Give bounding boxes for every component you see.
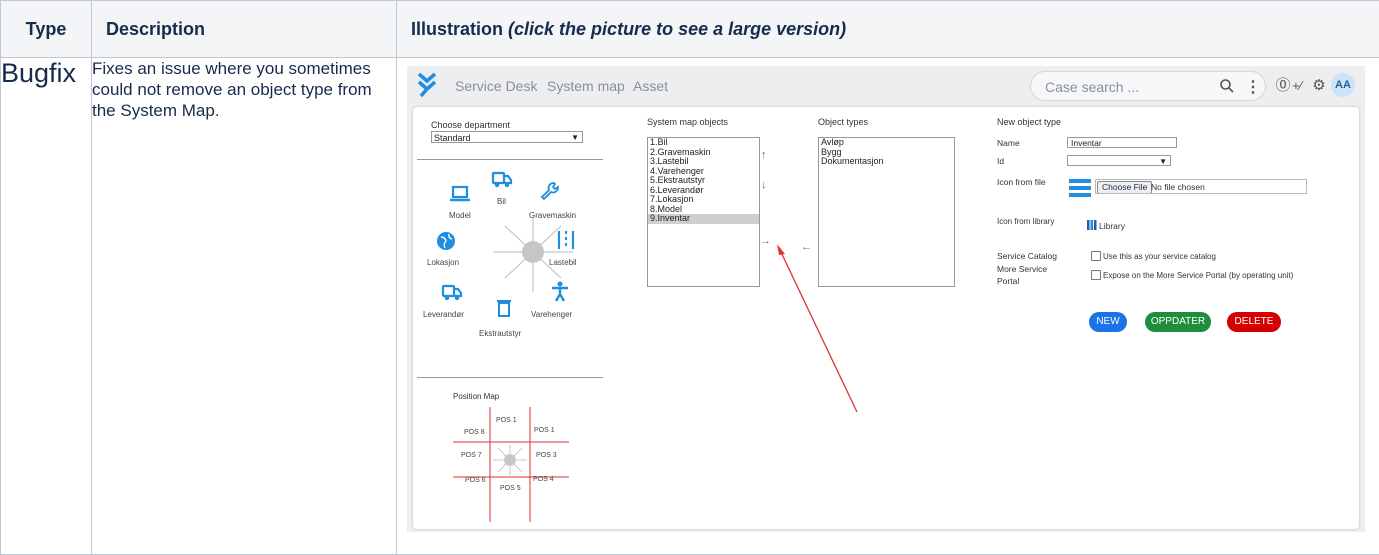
chevron-down-icon: ▼ — [1159, 157, 1167, 166]
wheel-item-label: Varehenger — [531, 310, 573, 319]
add-to-map-icon[interactable]: → — [760, 235, 771, 247]
header-type: Type — [0, 0, 92, 58]
service-catalog-label: Service Catalog — [997, 251, 1058, 261]
road-lanes-icon[interactable] — [555, 229, 577, 251]
case-search-input[interactable]: Case search ... ⋮ — [1030, 71, 1266, 101]
list-icon — [1069, 179, 1091, 197]
position-label: POS 3 — [536, 452, 557, 459]
id-label: Id — [997, 156, 1005, 166]
table-row: Bugfix Fixes an issue where you sometime… — [0, 57, 1379, 555]
position-label: POS 6 — [465, 477, 486, 484]
chevron-down-icon: ▼ — [571, 133, 579, 142]
globe-icon[interactable] — [435, 230, 457, 252]
truck-icon[interactable] — [491, 169, 513, 191]
id-select[interactable]: ▼ — [1067, 155, 1171, 166]
nav-service-desk[interactable]: Service Desk — [455, 78, 537, 94]
illustration-cell: Service Desk System map Asset Case searc… — [396, 57, 1379, 555]
delete-button[interactable]: DELETE — [1227, 312, 1281, 332]
position-label: POS 8 — [464, 429, 485, 436]
gear-icon[interactable]: ⚙ — [1309, 76, 1329, 96]
header-description: Description — [91, 0, 397, 58]
position-label: POS 1 — [496, 417, 517, 424]
wheel-item-label: Lokasjon — [427, 258, 460, 267]
description-cell: Fixes an issue where you sometimes could… — [91, 57, 397, 555]
position-map-grid — [453, 407, 569, 522]
delivery-truck-icon[interactable] — [441, 282, 463, 304]
illustration-screenshot[interactable]: Service Desk System map Asset Case searc… — [407, 66, 1365, 532]
department-value: Standard — [434, 133, 471, 143]
system-map-objects-list[interactable]: 1.Bil 2.Gravemaskin 3.Lastebil 4.Varehenger… — [647, 137, 760, 287]
position-label: POS 7 — [461, 452, 482, 459]
position-label: POS 5 — [500, 485, 521, 492]
service-catalog-checkbox[interactable] — [1091, 251, 1101, 261]
header-illustration: Illustration (click the picture to see a… — [396, 0, 1379, 58]
move-up-icon[interactable]: ↑ — [761, 149, 767, 161]
wheel-item-label: Lastebil — [549, 258, 577, 267]
nav-asset[interactable]: Asset — [633, 78, 668, 94]
header-illustration-label: Illustration — [411, 18, 504, 39]
wheel-item-label: Model — [449, 211, 471, 220]
position-map-title: Position Map — [453, 392, 500, 401]
wheel-item-label: Bil — [497, 197, 506, 206]
system-map-objects-label: System map objects — [647, 117, 729, 127]
name-field[interactable]: Inventar — [1067, 137, 1177, 148]
case-search-placeholder: Case search ... — [1045, 79, 1140, 95]
choose-department-label: Choose department — [431, 120, 511, 130]
library-link[interactable]: Library — [1099, 221, 1125, 231]
position-label: POS 1 — [534, 427, 555, 434]
app-topbar: Service Desk System map Asset Case searc… — [407, 66, 1365, 106]
icon-from-file-label: Icon from file — [997, 177, 1046, 187]
wheel-item-label: Leverandør — [423, 310, 464, 319]
system-map-panel: Choose department Standard ▼ Bil Model G… — [413, 107, 1359, 529]
library-icon[interactable] — [1087, 220, 1097, 230]
search-icon[interactable] — [1219, 78, 1235, 94]
move-down-icon[interactable]: ↓ — [761, 179, 767, 191]
wheel-spokes — [493, 217, 573, 292]
divider — [417, 377, 603, 378]
app-logo-icon[interactable] — [417, 72, 437, 98]
more-service-portal-checkbox[interactable] — [1091, 270, 1101, 280]
icon-from-library-label: Icon from library — [997, 217, 1055, 226]
list-item[interactable]: 9.Inventar — [648, 213, 759, 224]
list-item[interactable]: Dokumentasjon — [819, 156, 954, 167]
laptop-icon[interactable] — [449, 183, 471, 205]
header-row: Type Description Illustration (click the… — [0, 0, 1379, 58]
name-label: Name — [997, 138, 1020, 148]
position-label: POS 4 — [533, 476, 554, 483]
new-object-type-title: New object type — [997, 117, 1062, 127]
new-button[interactable]: NEW — [1089, 312, 1127, 332]
object-types-label: Object types — [818, 117, 869, 127]
divider — [417, 159, 603, 160]
service-catalog-text: Use this as your service catalog — [1103, 252, 1216, 261]
more-service-portal-label: More Service Portal — [997, 264, 1048, 286]
type-cell: Bugfix — [0, 57, 92, 555]
file-input-frame — [1095, 179, 1307, 194]
person-icon[interactable] — [549, 280, 571, 302]
quick-add-icon[interactable]: +⁄ — [1287, 76, 1307, 96]
more-options-icon[interactable]: ⋮ — [1245, 77, 1261, 97]
more-service-portal-text: Expose on the More Service Portal (by op… — [1103, 271, 1294, 280]
header-illustration-note: (click the picture to see a large versio… — [508, 18, 847, 39]
nav-system-map[interactable]: System map — [547, 78, 625, 94]
update-button[interactable]: OPPDATER — [1145, 312, 1211, 332]
wrench-icon[interactable] — [539, 180, 561, 202]
avatar[interactable]: AA — [1331, 73, 1355, 97]
department-select[interactable]: Standard ▼ — [431, 131, 583, 143]
trash-icon[interactable] — [493, 297, 515, 319]
wheel-item-label: Ekstrautstyr — [479, 329, 522, 338]
annotation-arrow — [777, 244, 858, 413]
release-notes-table: Type Description Illustration (click the… — [0, 0, 1379, 555]
wheel-item-label: Gravemaskin — [529, 211, 577, 220]
